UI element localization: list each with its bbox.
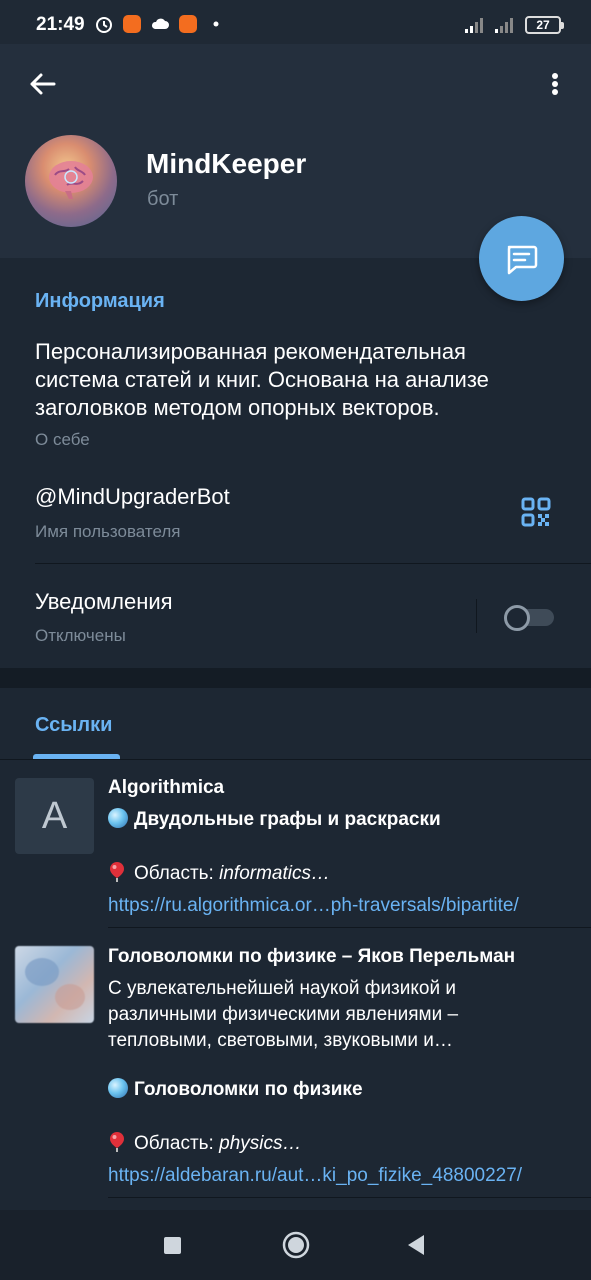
info-section: Информация Персонализированная рекоменда… <box>0 258 591 668</box>
chat-icon <box>507 245 538 275</box>
mi-app-icon <box>123 15 141 33</box>
vertical-divider <box>476 599 477 633</box>
alarm-icon <box>96 17 112 33</box>
more-options-icon[interactable] <box>545 68 565 100</box>
back-triangle-icon[interactable] <box>404 1233 428 1257</box>
status-bar: 21:49 27 <box>0 0 591 44</box>
battery-icon: 27 <box>525 16 564 34</box>
profile-subtitle: бот <box>147 188 179 210</box>
recents-square-icon[interactable] <box>164 1237 181 1254</box>
dot-icon <box>213 21 219 27</box>
message-button[interactable] <box>479 216 564 301</box>
link-area: Область: physics… <box>108 1131 301 1155</box>
crystal-ball-icon <box>108 808 128 828</box>
pin-icon <box>110 862 124 882</box>
signal-icon <box>495 18 513 33</box>
link-title: Головоломки по физике – Яков Перельман <box>108 946 516 967</box>
toggle-knob <box>504 605 530 631</box>
thumbnail-blob <box>25 958 59 986</box>
status-icons-right: 27 <box>465 16 564 34</box>
link-url[interactable]: https://ru.algorithmica.or…ph-traversals… <box>108 895 519 917</box>
pin-icon <box>110 1132 124 1152</box>
thumbnail-blob <box>55 984 85 1010</box>
avatar[interactable] <box>25 135 117 227</box>
links-section: Ссылки A Algorithmica Двудольные графы и… <box>0 688 591 1210</box>
system-nav-bar <box>0 1210 591 1280</box>
back-arrow-icon[interactable] <box>26 68 58 100</box>
link-topic-text: Головоломки по физике <box>134 1079 363 1100</box>
link-topic: Головоломки по физике <box>108 1078 363 1101</box>
profile-name: MindKeeper <box>146 148 307 179</box>
tab-divider <box>0 759 591 760</box>
brain-icon <box>49 161 93 199</box>
status-icons-left <box>94 14 226 34</box>
about-text[interactable]: Персонализированная рекомендательная сис… <box>35 338 555 422</box>
link-thumbnail: A <box>15 778 94 854</box>
notifications-toggle[interactable] <box>504 605 554 631</box>
crystal-ball-icon <box>108 1078 128 1098</box>
info-section-title: Информация <box>35 290 165 312</box>
status-time: 21:49 <box>36 14 85 35</box>
cloud-icon <box>151 18 169 29</box>
link-title: Algorithmica <box>108 777 225 798</box>
section-gap <box>0 668 591 688</box>
link-description: С увлекательнейшей наукой физикой и разл… <box>108 978 459 1051</box>
divider <box>108 1197 591 1198</box>
link-area: Область: informatics… <box>108 861 330 885</box>
area-label: Область: <box>134 1133 214 1154</box>
link-topic-text: Двудольные графы и раскраски <box>134 809 441 830</box>
link-thumbnail <box>15 946 94 1023</box>
username[interactable]: @MindUpgraderBot <box>35 484 230 510</box>
area-label: Область: <box>134 863 214 884</box>
home-circle-icon[interactable] <box>282 1231 310 1259</box>
mi-app-icon <box>179 15 197 33</box>
signal-icon <box>465 18 483 33</box>
notifications-state: Отключены <box>35 626 126 645</box>
notifications-title[interactable]: Уведомления <box>35 589 173 615</box>
link-topic: Двудольные графы и раскраски <box>108 808 441 831</box>
area-value: physics… <box>219 1133 302 1154</box>
divider <box>35 563 591 564</box>
username-label: Имя пользователя <box>35 522 181 541</box>
qr-code-icon[interactable] <box>521 497 551 527</box>
divider <box>108 927 591 928</box>
about-label: О себе <box>35 430 90 449</box>
link-url[interactable]: https://aldebaran.ru/aut…ki_po_fizike_48… <box>108 1165 522 1187</box>
tab-links[interactable]: Ссылки <box>35 714 112 737</box>
area-value: informatics… <box>219 863 330 884</box>
